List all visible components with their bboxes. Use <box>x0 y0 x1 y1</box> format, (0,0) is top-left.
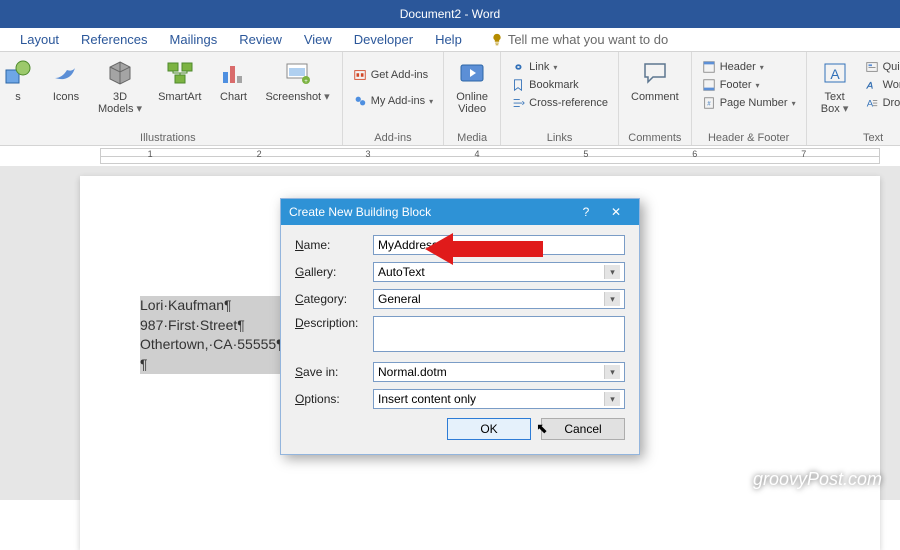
ok-button[interactable]: OK <box>447 418 531 440</box>
watermark: groovyPost.com <box>753 469 882 490</box>
chart-icon <box>218 58 248 88</box>
dialog-title-text: Create New Building Block <box>289 205 431 219</box>
name-input[interactable] <box>373 235 625 255</box>
quick-parts-button[interactable]: Quick Pa <box>863 59 900 75</box>
tab-view[interactable]: View <box>304 32 332 47</box>
ribbon-tabs: Layout References Mailings Review View D… <box>0 28 900 52</box>
video-icon <box>457 58 487 88</box>
label-gallery: Gallery: <box>295 265 373 279</box>
tab-references[interactable]: References <box>81 32 147 47</box>
wordart-button[interactable]: AWordArt <box>863 77 900 93</box>
tell-me-search[interactable]: Tell me what you want to do <box>490 32 668 47</box>
window-title: Document2 - Word <box>400 7 500 21</box>
3d-models-button[interactable]: 3DModels ▾ <box>94 55 146 117</box>
get-addins-button[interactable]: Get Add-ins <box>351 67 435 83</box>
category-combo[interactable]: General▾ <box>373 289 625 309</box>
title-bar: Document2 - Word <box>0 0 900 28</box>
shapes-button[interactable]: s <box>0 55 38 105</box>
group-comments: Comments <box>627 131 683 145</box>
dropcap-button[interactable]: ADrop Cap <box>863 95 900 111</box>
chevron-down-icon: ▾ <box>604 265 620 279</box>
chevron-down-icon: ▾ <box>604 292 620 306</box>
label-savein: Save in: <box>295 365 373 379</box>
tab-mailings[interactable]: Mailings <box>170 32 218 47</box>
svg-text:A: A <box>865 81 872 92</box>
cross-ref-icon <box>511 96 525 110</box>
dialog-title-bar[interactable]: Create New Building Block ? ✕ <box>281 199 639 225</box>
dialog-close-button[interactable]: ✕ <box>601 205 631 219</box>
link-button[interactable]: Link ▾ <box>509 59 610 75</box>
footer-button[interactable]: Footer ▾ <box>700 77 798 93</box>
horizontal-ruler[interactable]: 1 2 3 4 5 6 7 <box>100 148 880 164</box>
group-illustrations: Illustrations <box>2 131 334 145</box>
savein-combo[interactable]: Normal.dotm▾ <box>373 362 625 382</box>
cursor-icon: ⬉ <box>536 420 548 437</box>
shapes-icon <box>3 58 33 88</box>
smartart-icon <box>165 58 195 88</box>
description-input[interactable] <box>373 316 625 352</box>
create-building-block-dialog: Create New Building Block ? ✕ Name: Gall… <box>280 198 640 455</box>
group-media: Media <box>452 131 492 145</box>
page-number-button[interactable]: #Page Number ▾ <box>700 95 798 111</box>
comment-button[interactable]: Comment <box>627 55 683 105</box>
ribbon: s Icons 3DModels ▾ SmartArt Chart + Scre… <box>0 52 900 146</box>
svg-text:A: A <box>866 99 873 110</box>
label-description: Description: <box>295 316 373 330</box>
text-box-button[interactable]: A TextBox ▾ <box>815 55 855 117</box>
comment-icon <box>640 58 670 88</box>
dialog-help-button[interactable]: ? <box>571 205 601 219</box>
store-icon <box>353 68 367 82</box>
textbox-icon: A <box>820 58 850 88</box>
header-icon <box>702 60 716 74</box>
label-options: Options: <box>295 392 373 406</box>
quickparts-icon <box>865 60 879 74</box>
dropcap-icon: A <box>865 96 879 110</box>
svg-text:A: A <box>830 66 840 82</box>
selected-text[interactable]: Lori·Kaufman¶ 987·First·Street¶ Othertow… <box>140 296 284 374</box>
chart-button[interactable]: Chart <box>213 55 253 105</box>
cross-reference-button[interactable]: Cross-reference <box>509 95 610 111</box>
group-text: Text <box>815 131 900 145</box>
online-video-button[interactable]: OnlineVideo <box>452 55 492 117</box>
cancel-button[interactable]: Cancel <box>541 418 625 440</box>
smartart-button[interactable]: SmartArt <box>154 55 205 105</box>
group-addins: Add-ins <box>351 131 435 145</box>
screenshot-icon: + <box>283 58 313 88</box>
cube-icon <box>105 58 135 88</box>
svg-text:#: # <box>707 101 711 108</box>
tab-developer[interactable]: Developer <box>354 32 413 47</box>
group-links: Links <box>509 131 610 145</box>
link-icon <box>511 60 525 74</box>
lightbulb-icon <box>490 33 504 47</box>
bookmark-icon <box>511 78 525 92</box>
addins-icon <box>353 94 367 108</box>
tab-review[interactable]: Review <box>239 32 282 47</box>
icons-button[interactable]: Icons <box>46 55 86 105</box>
gallery-combo[interactable]: AutoText▾ <box>373 262 625 282</box>
header-button[interactable]: Header ▾ <box>700 59 798 75</box>
my-addins-button[interactable]: My Add-ins ▾ <box>351 93 435 109</box>
label-category: Category: <box>295 292 373 306</box>
screenshot-button[interactable]: + Screenshot ▾ <box>261 55 333 105</box>
label-name: Name: <box>295 238 373 252</box>
chevron-down-icon: ▾ <box>604 392 620 406</box>
page-number-icon: # <box>702 96 716 110</box>
ruler-area: 1 2 3 4 5 6 7 <box>0 146 900 166</box>
wordart-icon: A <box>865 78 879 92</box>
svg-text:+: + <box>304 79 308 85</box>
options-combo[interactable]: Insert content only▾ <box>373 389 625 409</box>
bookmark-button[interactable]: Bookmark <box>509 77 610 93</box>
group-header-footer: Header & Footer <box>700 131 798 145</box>
footer-icon <box>702 78 716 92</box>
tab-layout[interactable]: Layout <box>20 32 59 47</box>
tab-help[interactable]: Help <box>435 32 462 47</box>
dove-icon <box>51 58 81 88</box>
chevron-down-icon: ▾ <box>604 365 620 379</box>
